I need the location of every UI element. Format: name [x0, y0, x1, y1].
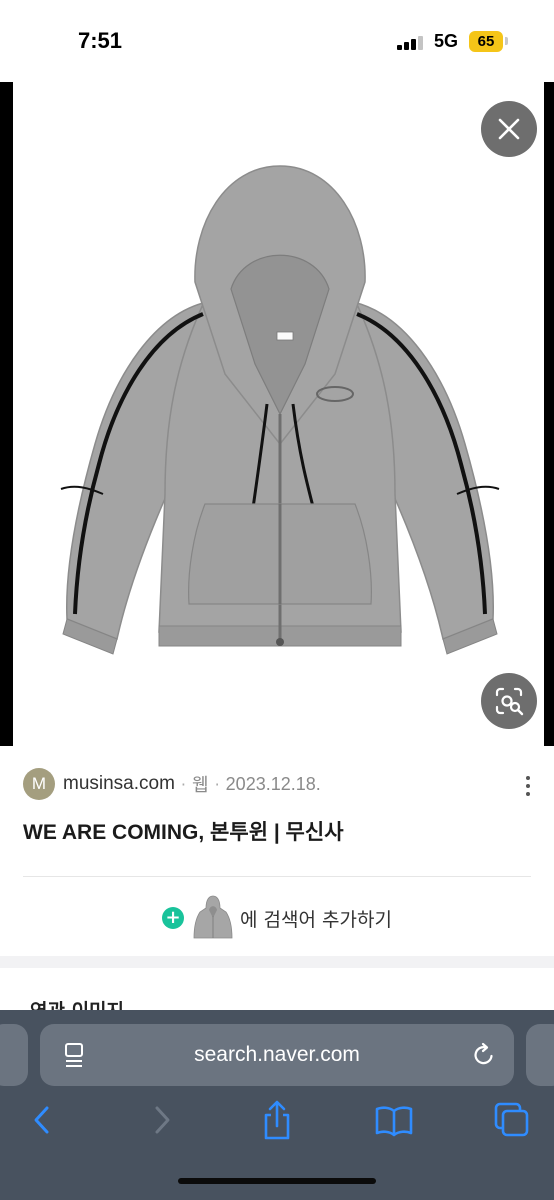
divider [23, 876, 531, 877]
signal-icon [397, 36, 427, 50]
site-favicon: M [23, 768, 55, 800]
more-icon [526, 776, 530, 780]
toolbar-buttons [0, 1098, 554, 1144]
next-tab-preview[interactable] [526, 1024, 554, 1086]
browser-toolbar: search.naver.com [0, 1010, 554, 1200]
section-gap [0, 956, 554, 968]
add-to-search-button[interactable]: + 에 검색어 추가하기 [162, 894, 392, 942]
source-row[interactable]: M musinsa.com · 웹 · 2023.12.18. [23, 768, 321, 800]
site-name[interactable]: musinsa.com [63, 773, 175, 795]
close-button[interactable] [481, 101, 537, 157]
image-search-icon [495, 687, 524, 716]
home-indicator[interactable] [178, 1178, 376, 1184]
plus-icon: + [162, 907, 184, 929]
result-date: 2023.12.18. [225, 773, 321, 794]
network-type: 5G [434, 31, 459, 51]
hoodie-thumbnail [193, 895, 233, 939]
forward-icon[interactable] [142, 1098, 182, 1144]
reload-icon[interactable] [470, 1041, 498, 1069]
close-icon [498, 118, 520, 140]
viewer-edge-right [544, 82, 554, 746]
address-bar[interactable]: search.naver.com [40, 1024, 514, 1086]
meta-separator: · [214, 774, 220, 794]
result-title[interactable]: WE ARE COMING, 본투윈 | 무신사 [23, 816, 344, 846]
meta-separator: · [180, 774, 187, 794]
status-time: 7:51 [78, 28, 123, 53]
add-to-search-label: 에 검색어 추가하기 [240, 908, 392, 931]
result-card: M musinsa.com · 웹 · 2023.12.18. WE ARE C… [0, 746, 554, 956]
more-options-button[interactable] [517, 774, 539, 798]
tabs-overview-icon[interactable] [492, 1098, 532, 1144]
image-viewer [0, 82, 554, 746]
url-text[interactable]: search.naver.com [40, 1024, 514, 1086]
result-kind: 웹 [192, 775, 209, 795]
status-bar: 7:51 5G 65 [0, 0, 554, 82]
share-icon[interactable] [257, 1098, 297, 1144]
image-search-button[interactable] [481, 673, 537, 729]
bookmarks-icon[interactable] [374, 1098, 414, 1144]
viewer-edge-left [0, 82, 13, 746]
battery-icon: 65 [469, 31, 503, 52]
previous-tab-preview[interactable] [0, 1024, 28, 1086]
battery-tip [505, 37, 508, 45]
product-image[interactable] [55, 164, 505, 664]
back-icon[interactable] [22, 1098, 62, 1144]
